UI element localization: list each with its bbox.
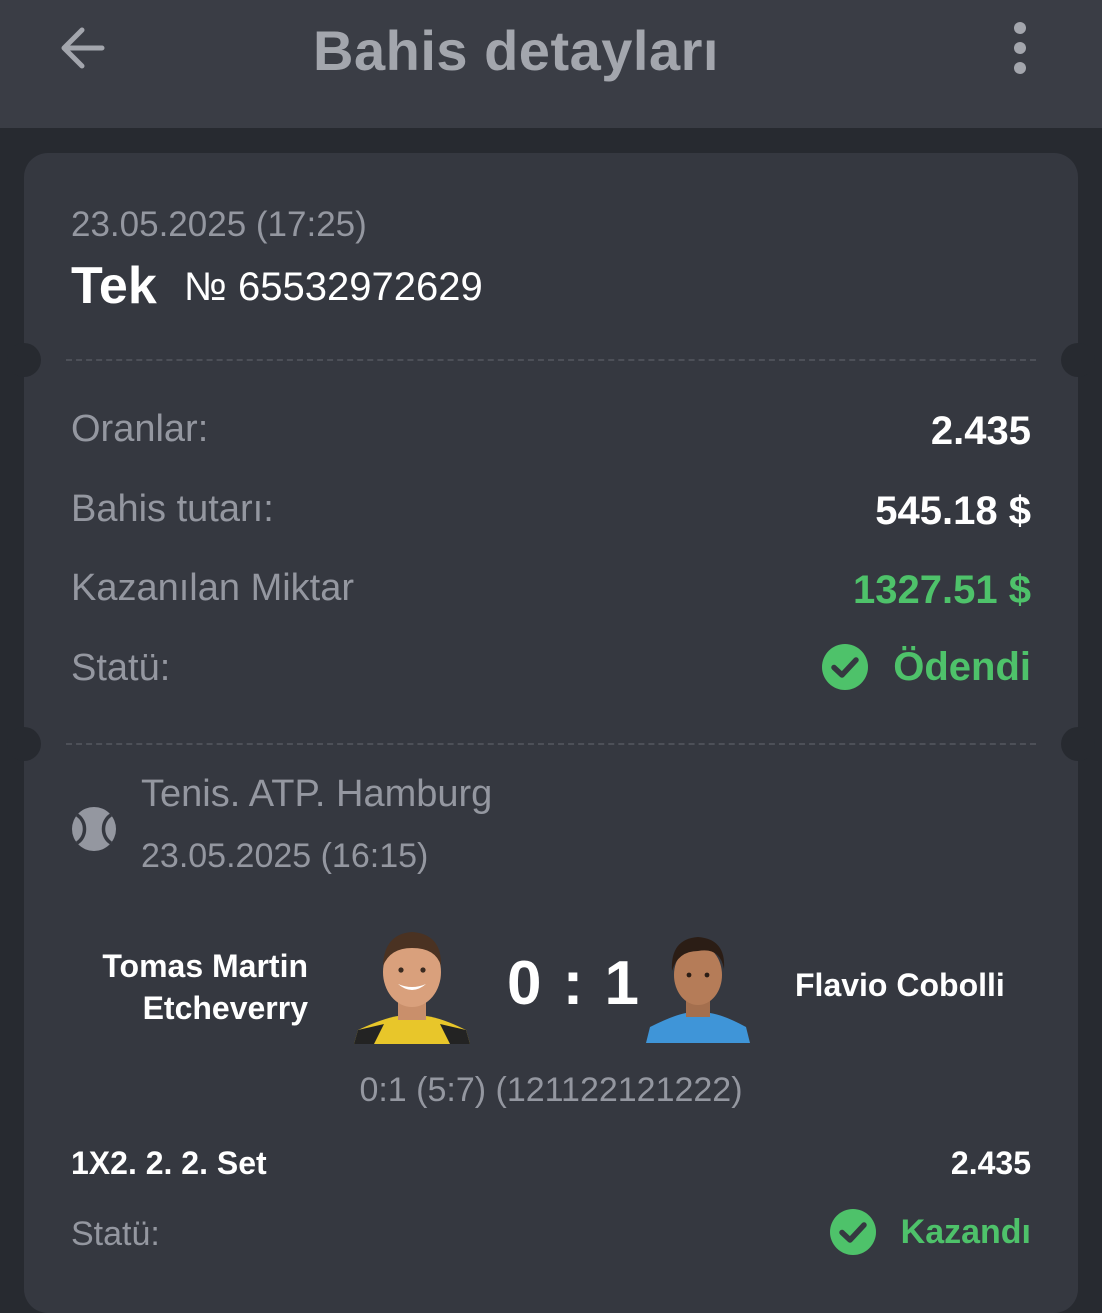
bet-details-card: 23.05.2025 (17:25) Tek № 65532972629 Ora… <box>7 153 1095 1313</box>
check-circle-icon <box>829 1209 876 1255</box>
event-datetime: 23.05.2025 (16:15) <box>141 837 429 875</box>
ticket-notch-left <box>7 727 41 761</box>
odds-value: 2.435 <box>930 409 1031 453</box>
event-status-value: Kazandı <box>900 1212 1031 1251</box>
status-badge: Ödendi <box>821 643 1031 691</box>
event-status-label: Statü: <box>71 1215 160 1253</box>
divider <box>66 743 1036 745</box>
odds-label: Oranlar: <box>71 408 209 450</box>
player1-name: Tomas Martin Etcheverry <box>102 948 308 1026</box>
player2-name: Flavio Cobolli <box>795 967 1005 1003</box>
more-vertical-icon[interactable] <box>1000 20 1040 76</box>
market-name: 1X2. 2. 2. Set <box>71 1145 267 1181</box>
ticket-notch-left <box>7 343 41 377</box>
page-title: Bahis detayları <box>313 19 719 82</box>
set-scores: 0:1 (5:7) (121122121222) <box>359 1071 743 1109</box>
status-value: Ödendi <box>893 644 1031 689</box>
stake-label: Bahis tutarı: <box>71 488 274 530</box>
winnings-label: Kazanılan Miktar <box>71 567 355 609</box>
bet-number: № 65532972629 <box>184 265 483 309</box>
ticket-notch-right <box>1061 343 1095 377</box>
tennis-ball-icon <box>72 807 116 851</box>
stake-value: 545.18 $ <box>875 489 1031 533</box>
event-status-badge: Kazandı <box>829 1208 1031 1256</box>
divider <box>66 359 1036 361</box>
ticket-notch-right <box>1061 727 1095 761</box>
status-label: Statü: <box>71 647 171 689</box>
winnings-value: 1327.51 $ <box>853 568 1031 612</box>
player1-avatar <box>354 932 470 1044</box>
bet-type: Tek <box>71 257 157 315</box>
event-league[interactable]: Tenis. ATP. Hamburg <box>141 773 492 816</box>
player2-avatar <box>646 937 750 1043</box>
app-bar: Bahis detayları <box>0 0 1102 128</box>
check-circle-icon <box>822 644 869 690</box>
market-odds: 2.435 <box>950 1145 1031 1181</box>
bet-datetime: 23.05.2025 (17:25) <box>71 205 367 244</box>
